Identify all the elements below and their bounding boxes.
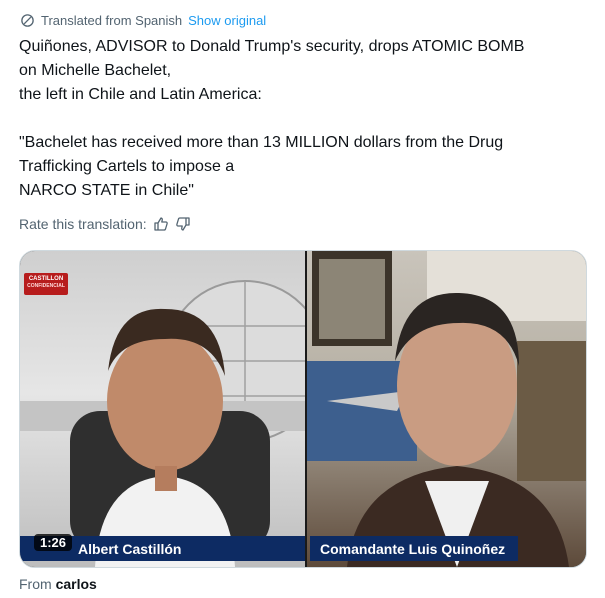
tweet-line: Trafficking Cartels to impose a <box>19 158 235 175</box>
translation-label: Translated from Spanish <box>41 13 183 28</box>
translation-notice: Translated from Spanish Show original <box>20 13 266 28</box>
rate-translation: Rate this translation: <box>19 216 191 232</box>
tweet-line: NARCO STATE in Chile" <box>19 182 194 199</box>
video-player[interactable]: CASTILLON CONFIDENCIAL Albert Castillón … <box>19 250 587 568</box>
right-speaker-image <box>307 251 586 567</box>
thumbs-down-icon[interactable] <box>175 216 191 232</box>
channel-logo: CASTILLON CONFIDENCIAL <box>24 273 68 295</box>
right-name-tag: Comandante Luis Quinoñez <box>310 536 518 561</box>
thumbs-up-icon[interactable] <box>153 216 169 232</box>
source-prefix: From <box>19 576 52 592</box>
source-attribution: From carlos <box>19 576 97 592</box>
left-video-panel: CASTILLON CONFIDENCIAL <box>20 251 305 567</box>
tweet-line: on Michelle Bachelet, <box>19 62 172 79</box>
video-duration: 1:26 <box>34 534 73 551</box>
right-video-panel <box>307 251 586 567</box>
tweet-line: "Bachelet has received more than 13 MILL… <box>19 134 504 151</box>
tweet-line: the left in Chile and Latin America: <box>19 86 262 103</box>
show-original-link[interactable]: Show original <box>188 13 266 28</box>
source-name[interactable]: carlos <box>56 576 97 592</box>
translate-icon <box>20 13 35 28</box>
tweet-text: Quiñones, ADVISOR to Donald Trump's secu… <box>19 35 589 203</box>
left-speaker-image <box>20 280 305 567</box>
rate-label: Rate this translation: <box>19 216 147 232</box>
tweet-line: Quiñones, ADVISOR to Donald Trump's secu… <box>19 38 525 55</box>
